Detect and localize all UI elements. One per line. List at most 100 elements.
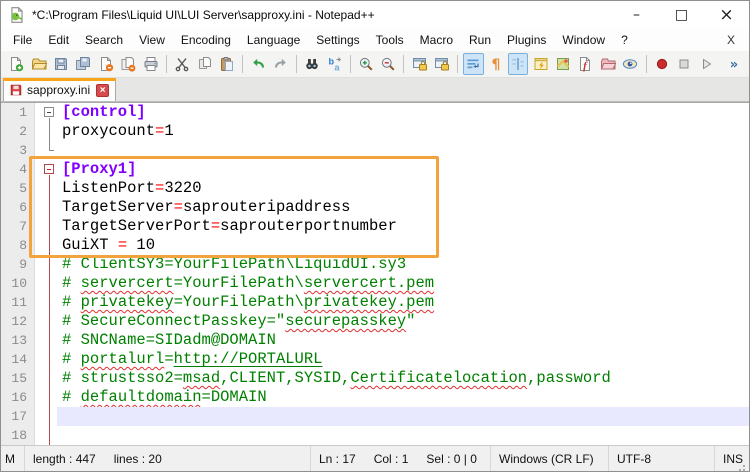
close-button[interactable] [96, 53, 116, 75]
save-button[interactable] [51, 53, 71, 75]
menu-item-plugins[interactable]: Plugins [499, 30, 554, 50]
replace-icon: ba [326, 56, 342, 72]
zoom-in-button[interactable] [356, 53, 376, 75]
line-text: # SecureConnectPasskey="securepasskey" [57, 312, 749, 331]
copy-button[interactable] [194, 53, 214, 75]
editor[interactable]: 1[control]2proxycount=134[Proxy1]5Listen… [1, 102, 749, 445]
editor-line-7[interactable]: 7TargetServerPort=saprouterportnumber [1, 217, 749, 236]
monitoring-icon [622, 56, 638, 72]
indent-guide-button[interactable] [508, 53, 528, 75]
replace-button[interactable]: ba [324, 53, 344, 75]
find-button[interactable] [302, 53, 322, 75]
macro-stop-button[interactable] [674, 53, 694, 75]
zoom-out-button[interactable] [378, 53, 398, 75]
fold-margin [43, 369, 57, 388]
status-column: Col : 1 [374, 452, 409, 466]
menu-close-icon[interactable]: X [717, 33, 745, 47]
editor-line-9[interactable]: 9# ClientSY3=YourFilePath\LiquidUI.sy3 [1, 255, 749, 274]
editor-line-17[interactable]: 17 [1, 407, 749, 426]
editor-line-10[interactable]: 10# servercert=YourFilePath\servercert.p… [1, 274, 749, 293]
editor-line-3[interactable]: 3 [1, 141, 749, 160]
minimize-button[interactable]: – [614, 1, 659, 29]
print-button[interactable] [141, 53, 161, 75]
code-segment: privatekey [81, 293, 174, 311]
url-link[interactable]: http://PORTALURL [174, 350, 323, 368]
editor-line-14[interactable]: 14# portalurl=http://PORTALURL [1, 350, 749, 369]
menu-item-encoding[interactable]: Encoding [173, 30, 239, 50]
menu-item-tools[interactable]: Tools [368, 30, 412, 50]
editor-line-4[interactable]: 4[Proxy1] [1, 160, 749, 179]
menu-item-settings[interactable]: Settings [308, 30, 367, 50]
toolbar-overflow-button[interactable]: » [724, 53, 744, 75]
bookmark-margin [35, 255, 43, 274]
define-language-button[interactable] [530, 53, 550, 75]
editor-line-18[interactable]: 18 [1, 426, 749, 445]
resize-grip[interactable] [743, 465, 745, 467]
sync-horizontal-scroll-button[interactable] [432, 53, 452, 75]
monitoring-button[interactable] [620, 53, 640, 75]
editor-line-15[interactable]: 15# strustsso2=msad,CLIENT,SYSID,Certifi… [1, 369, 749, 388]
editor-line-16[interactable]: 16# defaultdomain=DOMAIN [1, 388, 749, 407]
document-map-icon [555, 56, 571, 72]
new-file-icon [8, 56, 24, 72]
fold-margin [43, 293, 57, 312]
close-button[interactable]: × [704, 1, 749, 29]
sync-vertical-scroll-button[interactable] [409, 53, 429, 75]
menu-item-search[interactable]: Search [77, 30, 131, 50]
open-file-icon [31, 56, 47, 72]
save-all-button[interactable] [73, 53, 93, 75]
bookmark-margin [35, 312, 43, 331]
line-text: # defaultdomain=DOMAIN [57, 388, 749, 407]
new-file-button[interactable] [6, 53, 26, 75]
line-number: 1 [1, 103, 35, 122]
status-selection: Sel : 0 | 0 [426, 452, 476, 466]
maximize-button[interactable]: □ [659, 1, 704, 29]
undo-button[interactable] [248, 53, 268, 75]
notepadpp-window: *C:\Program Files\Liquid UI\LUI Server\s… [0, 0, 750, 472]
status-insert-mode[interactable]: INS [715, 446, 749, 471]
tab-sapproxy-ini[interactable]: sapproxy.ini × [3, 78, 116, 101]
menu-item-edit[interactable]: Edit [40, 30, 77, 50]
menu-item-run[interactable]: Run [461, 30, 499, 50]
fold-toggle-icon[interactable] [43, 160, 57, 179]
macro-record-button[interactable] [651, 53, 671, 75]
menu-item-window[interactable]: Window [554, 30, 613, 50]
editor-line-11[interactable]: 11# privatekey=YourFilePath\privatekey.p… [1, 293, 749, 312]
function-list-button[interactable]: f [575, 53, 595, 75]
close-all-icon [120, 56, 136, 72]
fold-toggle-icon[interactable] [43, 103, 57, 122]
menu-item-language[interactable]: Language [239, 30, 308, 50]
code-segment: =DOMAIN [202, 388, 267, 406]
redo-button[interactable] [270, 53, 290, 75]
editor-line-13[interactable]: 13# SNCName=SIDadm@DOMAIN [1, 331, 749, 350]
fold-margin [43, 350, 57, 369]
editor-line-2[interactable]: 2proxycount=1 [1, 122, 749, 141]
undo-icon [250, 56, 266, 72]
document-map-button[interactable] [553, 53, 573, 75]
open-file-button[interactable] [28, 53, 48, 75]
menu-item-file[interactable]: File [5, 30, 40, 50]
word-wrap-button[interactable] [463, 53, 483, 75]
close-all-button[interactable] [118, 53, 138, 75]
paste-button[interactable] [217, 53, 237, 75]
tab-close-icon[interactable]: × [96, 84, 109, 97]
menu-item-help[interactable]: ? [613, 30, 636, 50]
code-segment: defaultdomain [81, 388, 202, 406]
show-all-characters-button[interactable]: ¶ [486, 53, 506, 75]
folder-as-workspace-button[interactable] [598, 53, 618, 75]
status-encoding[interactable]: UTF-8 [609, 446, 715, 471]
editor-line-1[interactable]: 1[control] [1, 103, 749, 122]
status-eol[interactable]: Windows (CR LF) [491, 446, 609, 471]
find-icon [304, 56, 320, 72]
editor-line-6[interactable]: 6TargetServer=saprouteripaddress [1, 198, 749, 217]
menu-item-view[interactable]: View [131, 30, 173, 50]
cut-button[interactable] [172, 53, 192, 75]
code-segment: # [62, 350, 81, 368]
editor-line-5[interactable]: 5ListenPort=3220 [1, 179, 749, 198]
macro-play-button[interactable] [696, 53, 716, 75]
editor-line-8[interactable]: 8GuiXT = 10 [1, 236, 749, 255]
zoom-in-icon [358, 56, 374, 72]
editor-line-12[interactable]: 12# SecureConnectPasskey="securepasskey" [1, 312, 749, 331]
menu-item-macro[interactable]: Macro [412, 30, 461, 50]
bookmark-margin [35, 331, 43, 350]
